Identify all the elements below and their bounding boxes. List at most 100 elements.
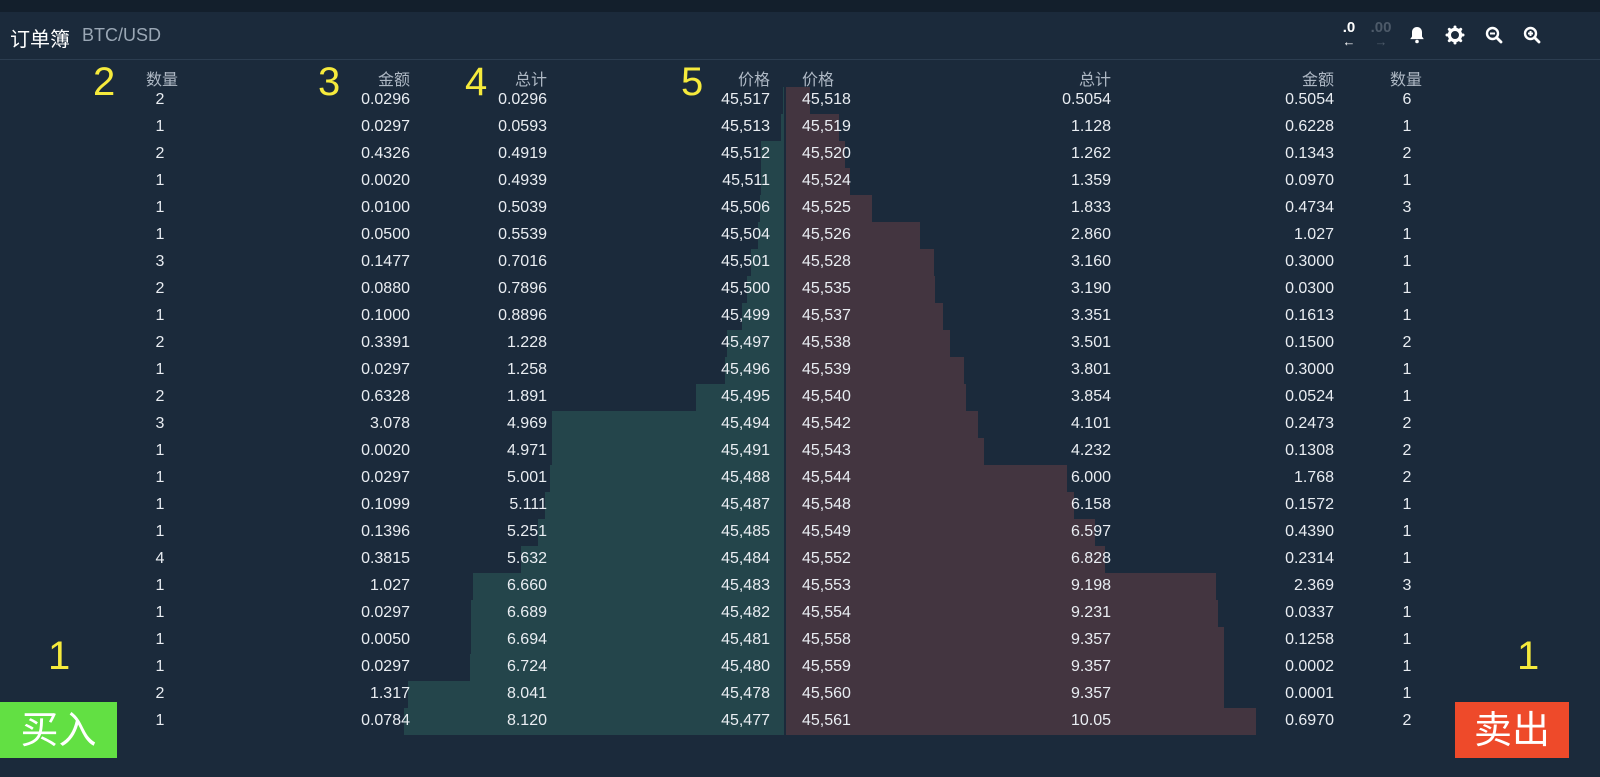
- bid-total-cell: 0.5039: [498, 199, 547, 216]
- arrow-right-icon: →: [1374, 34, 1388, 49]
- ask-total-cell: 1.262: [1070, 145, 1111, 162]
- ask-count-cell: 1: [1402, 496, 1412, 513]
- zoom-in-button[interactable]: [1517, 20, 1547, 50]
- bid-count-cell: 1: [155, 523, 165, 540]
- orderbook-row[interactable]: 1 0.0500 0.5539 45,504 45,526 2.860 1.027 1: [0, 222, 1600, 249]
- orderbook-row[interactable]: 1 0.0050 6.694 45,481 45,558 9.357 0.1258 1: [0, 627, 1600, 654]
- orderbook-row[interactable]: 4 0.3815 5.632 45,484 45,552 6.828 0.2314 1: [0, 546, 1600, 573]
- orderbook-row[interactable]: 1 0.1099 5.111 45,487 45,548 6.158 0.1572 1: [0, 492, 1600, 519]
- orderbook-row[interactable]: 1 0.0297 5.001 45,488 45,544 6.000 1.768 2: [0, 465, 1600, 492]
- ask-count-cell: 2: [1402, 145, 1412, 162]
- orderbook-row[interactable]: 1 0.0100 0.5039 45,506 45,525 1.833 0.4734 3: [0, 195, 1600, 222]
- bell-icon: [1410, 27, 1424, 44]
- window-top-strip: [0, 0, 1600, 12]
- ask-total-cell: 9.357: [1070, 658, 1111, 675]
- ask-count-cell: 3: [1402, 577, 1412, 594]
- bid-total-cell: 8.120: [506, 712, 547, 729]
- orderbook-row[interactable]: 1 0.0020 0.4939 45,511 45,524 1.359 0.0970 1: [0, 168, 1600, 195]
- bid-price-cell: 45,477: [721, 712, 770, 729]
- orderbook-row[interactable]: 1 0.1396 5.251 45,485 45,549 6.597 0.4390 1: [0, 519, 1600, 546]
- settings-button[interactable]: [1440, 20, 1470, 50]
- bid-count-cell: 2: [155, 334, 165, 351]
- bid-amount-cell: 0.3391: [361, 334, 410, 351]
- orderbook-row[interactable]: 1 0.0297 0.0593 45,513 45,519 1.128 0.6228 1: [0, 114, 1600, 141]
- increase-decimals-button[interactable]: .00 →: [1366, 20, 1396, 50]
- buy-button[interactable]: 买入: [0, 702, 117, 758]
- bid-count-cell: 1: [155, 442, 165, 459]
- ask-count-cell: 1: [1402, 658, 1412, 675]
- orderbook-row[interactable]: 2 0.4326 0.4919 45,512 45,520 1.262 0.1343 2: [0, 141, 1600, 168]
- bid-total-cell: 6.689: [506, 604, 547, 621]
- bid-price-cell: 45,511: [722, 172, 770, 189]
- bid-total-cell: 1.228: [506, 334, 547, 351]
- bid-total-cell: 8.041: [506, 685, 547, 702]
- ask-total-cell: 6.597: [1070, 523, 1111, 540]
- orderbook-row[interactable]: 3 0.1477 0.7016 45,501 45,528 3.160 0.3000 1: [0, 249, 1600, 276]
- orderbook-row[interactable]: 2 0.0880 0.7896 45,500 45,535 3.190 0.0300 1: [0, 276, 1600, 303]
- gear-icon: [1445, 25, 1465, 45]
- bid-count-cell: 1: [155, 226, 165, 243]
- sell-button[interactable]: 卖出: [1455, 702, 1569, 758]
- ask-amount-cell: 0.3000: [1285, 361, 1334, 378]
- zoom-out-icon: [1485, 26, 1503, 44]
- ask-price-cell: 45,548: [802, 496, 851, 513]
- ask-total-cell: 3.854: [1070, 388, 1111, 405]
- orderbook-row[interactable]: 1 0.0297 6.689 45,482 45,554 9.231 0.0337 1: [0, 600, 1600, 627]
- ask-amount-cell: 0.0524: [1285, 388, 1334, 405]
- orderbook-row[interactable]: 1 1.027 6.660 45,483 45,553 9.198 2.369 3: [0, 573, 1600, 600]
- bid-count-cell: 2: [155, 388, 165, 405]
- orderbook-row[interactable]: 2 0.3391 1.228 45,497 45,538 3.501 0.1500 2: [0, 330, 1600, 357]
- bid-price-cell: 45,506: [721, 199, 770, 216]
- ask-total-cell: 3.190: [1070, 280, 1111, 297]
- bid-amount-cell: 0.1477: [361, 253, 410, 270]
- bid-count-cell: 1: [155, 496, 165, 513]
- annotation-marker-amount: 3: [318, 60, 341, 104]
- bid-total-cell: 0.5539: [498, 226, 547, 243]
- bid-amount-cell: 0.1099: [361, 496, 410, 513]
- ask-count-cell: 1: [1402, 361, 1412, 378]
- ask-count-cell: 2: [1402, 442, 1412, 459]
- bid-count-cell: 1: [155, 307, 165, 324]
- ask-price-cell: 45,520: [802, 145, 851, 162]
- ask-amount-cell: 0.0337: [1285, 604, 1334, 621]
- ask-count-cell: 1: [1402, 118, 1412, 135]
- arrow-left-icon: ←: [1342, 34, 1356, 49]
- ask-total-cell: 3.501: [1070, 334, 1111, 351]
- zoom-out-button[interactable]: [1479, 20, 1509, 50]
- bid-amount-cell: 0.0297: [361, 469, 410, 486]
- ask-price-cell: 45,561: [802, 712, 851, 729]
- ask-price-cell: 45,540: [802, 388, 851, 405]
- bid-price-cell: 45,491: [721, 442, 770, 459]
- bid-total-cell: 0.4939: [498, 172, 547, 189]
- alerts-button[interactable]: [1402, 20, 1432, 50]
- ask-amount-cell: 0.1258: [1285, 631, 1334, 648]
- bid-total-cell: 0.8896: [498, 307, 547, 324]
- orderbook-row[interactable]: 1 0.0297 6.724 45,480 45,559 9.357 0.0002 1: [0, 654, 1600, 681]
- bid-count-cell: 1: [155, 172, 165, 189]
- ask-total-cell: 3.801: [1070, 361, 1111, 378]
- orderbook-row[interactable]: 1 0.1000 0.8896 45,499 45,537 3.351 0.1613 1: [0, 303, 1600, 330]
- ask-count-cell: 1: [1402, 388, 1412, 405]
- bid-count-cell: 1: [155, 577, 165, 594]
- bid-count-cell: 1: [155, 658, 165, 675]
- bid-total-cell: 4.969: [506, 415, 547, 432]
- ask-amount-cell: 0.0002: [1285, 658, 1334, 675]
- decrease-decimals-button[interactable]: .0 ←: [1334, 20, 1364, 50]
- orderbook-row[interactable]: 1 0.0297 1.258 45,496 45,539 3.801 0.3000 1: [0, 357, 1600, 384]
- annotation-marker-count: 2: [93, 60, 116, 104]
- orderbook-row[interactable]: 1 0.0784 8.120 45,477 45,561 10.05 0.6970 2: [0, 708, 1600, 735]
- bid-price-cell: 45,481: [721, 631, 770, 648]
- bid-price-cell: 45,512: [721, 145, 770, 162]
- orderbook-row[interactable]: 3 3.078 4.969 45,494 45,542 4.101 0.2473 2: [0, 411, 1600, 438]
- orderbook-row[interactable]: 2 0.6328 1.891 45,495 45,540 3.854 0.0524 1: [0, 384, 1600, 411]
- bid-price-cell: 45,484: [721, 550, 770, 567]
- ask-total-cell: 4.101: [1070, 415, 1111, 432]
- ask-price-cell: 45,535: [802, 280, 851, 297]
- bid-amount-cell: 0.0500: [361, 226, 410, 243]
- ask-price-cell: 45,528: [802, 253, 851, 270]
- bid-amount-cell: 0.0880: [361, 280, 410, 297]
- orderbook-row[interactable]: 2 0.0296 0.0296 45,517 45,518 0.5054 0.5054 6: [0, 87, 1600, 114]
- orderbook-row[interactable]: 1 0.0020 4.971 45,491 45,543 4.232 0.1308 2: [0, 438, 1600, 465]
- orderbook-row[interactable]: 2 1.317 8.041 45,478 45,560 9.357 0.0001 1: [0, 681, 1600, 708]
- bid-count-cell: 1: [155, 712, 165, 729]
